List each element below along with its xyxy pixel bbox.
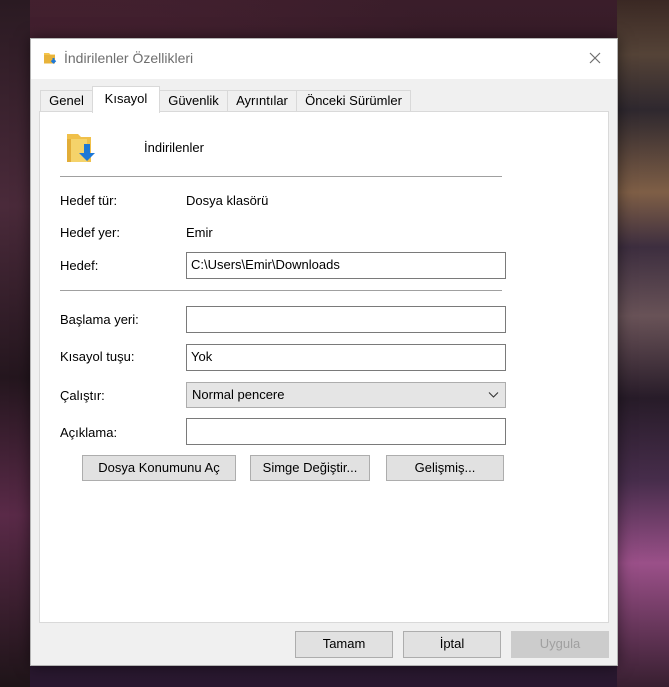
title-bar[interactable]: İndirilenler Özellikleri	[31, 39, 617, 79]
open-file-location-button[interactable]: Dosya Konumunu Aç	[82, 455, 236, 481]
run-label: Çalıştır:	[60, 388, 105, 403]
chevron-down-icon	[488, 392, 499, 398]
tab-guvenlik[interactable]: Güvenlik	[159, 90, 228, 112]
background-right	[617, 0, 669, 687]
comment-label: Açıklama:	[60, 425, 118, 440]
target-label: Hedef:	[60, 258, 99, 273]
shortcut-key-field[interactable]: Yok	[186, 344, 506, 371]
tab-onceki-surumler[interactable]: Önceki Sürümler	[296, 90, 411, 112]
tab-ayrintilar[interactable]: Ayrıntılar	[227, 90, 297, 112]
advanced-button[interactable]: Gelişmiş...	[386, 455, 504, 481]
tab-genel[interactable]: Genel	[40, 90, 93, 112]
start-in-label: Başlama yeri:	[60, 312, 139, 327]
folder-download-icon	[67, 134, 95, 162]
divider	[60, 290, 502, 291]
change-icon-button[interactable]: Simge Değiştir...	[250, 455, 370, 481]
run-select-value: Normal pencere	[192, 387, 285, 402]
target-type-value: Dosya klasörü	[186, 193, 269, 208]
target-field[interactable]: C:\Users\Emir\Downloads	[186, 252, 506, 279]
shortcut-panel: İndirilenler Hedef tür: Dosya klasörü He…	[39, 111, 609, 623]
close-button[interactable]	[573, 39, 617, 77]
start-in-field[interactable]	[186, 306, 506, 333]
folder-download-icon	[44, 53, 57, 64]
cancel-button[interactable]: İptal	[403, 631, 501, 658]
shortcut-key-label: Kısayol tuşu:	[60, 349, 135, 364]
properties-dialog: İndirilenler Özellikleri Genel Kısayol G…	[30, 38, 618, 666]
shortcut-name: İndirilenler	[144, 140, 204, 155]
background-left	[0, 0, 30, 687]
apply-button[interactable]: Uygula	[511, 631, 609, 658]
run-select[interactable]: Normal pencere	[186, 382, 506, 408]
divider	[60, 176, 502, 177]
target-location-value: Emir	[186, 225, 213, 240]
close-icon	[589, 52, 601, 64]
window-title: İndirilenler Özellikleri	[64, 50, 194, 66]
comment-field[interactable]	[186, 418, 506, 445]
ok-button[interactable]: Tamam	[295, 631, 393, 658]
target-type-label: Hedef tür:	[60, 193, 118, 208]
tab-kisayol[interactable]: Kısayol	[92, 86, 160, 113]
target-location-label: Hedef yer:	[60, 225, 120, 240]
